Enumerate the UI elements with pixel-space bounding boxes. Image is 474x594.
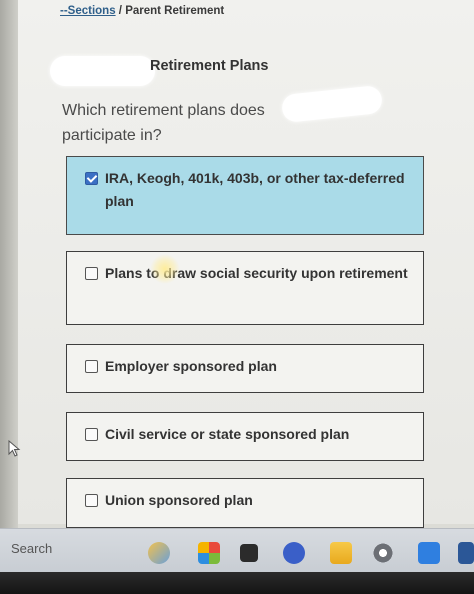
option-tax-deferred-plan[interactable]: IRA, Keogh, 401k, 403b, or other tax-def… bbox=[66, 156, 424, 235]
option-employer-sponsored[interactable]: Employer sponsored plan bbox=[66, 344, 424, 393]
option-social-security[interactable]: Plans to draw social security upon retir… bbox=[66, 251, 424, 325]
option-label: IRA, Keogh, 401k, 403b, or other tax-def… bbox=[105, 170, 405, 209]
checkbox-checked-icon[interactable] bbox=[85, 172, 98, 185]
option-civil-service[interactable]: Civil service or state sponsored plan bbox=[66, 412, 424, 461]
redacted-name-title bbox=[50, 56, 155, 86]
word-icon[interactable] bbox=[458, 542, 474, 564]
breadcrumb: --Sections / Parent Retirement bbox=[60, 5, 224, 17]
checkbox-icon[interactable] bbox=[85, 267, 98, 280]
screen-glare bbox=[150, 254, 180, 284]
breadcrumb-separator: / bbox=[115, 5, 126, 17]
checkbox-icon[interactable] bbox=[85, 428, 98, 441]
page-title: Retirement Plans bbox=[150, 58, 269, 74]
monitor-bottom-bezel bbox=[0, 572, 474, 594]
option-label: Civil service or state sponsored plan bbox=[105, 426, 350, 442]
grammarly-icon[interactable] bbox=[418, 542, 440, 564]
taskbar: Search bbox=[0, 528, 474, 572]
option-label: Union sponsored plan bbox=[105, 492, 253, 508]
checkbox-icon[interactable] bbox=[85, 360, 98, 373]
mouse-cursor-icon bbox=[8, 440, 21, 457]
weather-icon[interactable] bbox=[148, 542, 170, 564]
file-explorer-icon[interactable] bbox=[240, 544, 258, 562]
option-union-sponsored[interactable]: Union sponsored plan bbox=[66, 478, 424, 528]
question-line-2: participate in? bbox=[62, 127, 162, 144]
breadcrumb-current: Parent Retirement bbox=[125, 5, 225, 17]
store-icon[interactable] bbox=[198, 542, 220, 564]
taskbar-search[interactable]: Search bbox=[11, 541, 52, 556]
settings-icon[interactable] bbox=[372, 542, 394, 564]
monitor-bezel bbox=[0, 0, 18, 540]
video-call-icon[interactable] bbox=[283, 542, 305, 564]
checkbox-icon[interactable] bbox=[85, 494, 98, 507]
option-label: Employer sponsored plan bbox=[105, 358, 277, 374]
breadcrumb-sections-link[interactable]: --Sections bbox=[60, 5, 116, 17]
folder-icon[interactable] bbox=[330, 542, 352, 564]
